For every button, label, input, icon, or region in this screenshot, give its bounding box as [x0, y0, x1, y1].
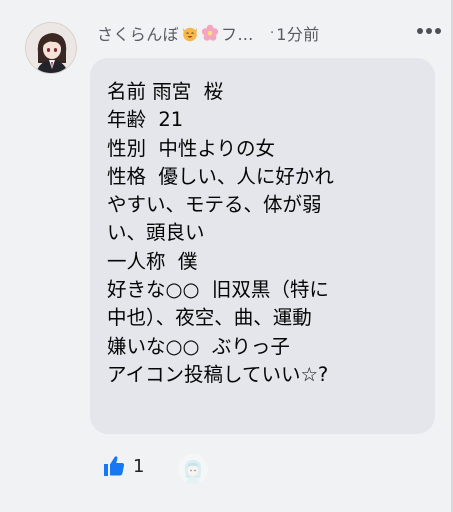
comment-line: 嫌いな○○ ぶりっ子	[107, 334, 290, 358]
comment-line: やすい、モテる、体が弱	[107, 193, 322, 217]
comment-line: 性別 中性よりの女	[107, 136, 276, 160]
like-count: 1	[133, 455, 145, 477]
more-options-icon[interactable]	[417, 27, 441, 35]
comment-line: 性格 優しい、人に好かれ	[107, 164, 334, 188]
thumbs-up-icon	[104, 456, 125, 476]
comment-line: 中也）、夜空、曲、運動	[107, 306, 312, 330]
separator-dot: ·	[269, 25, 275, 41]
comment-line: アイコン投稿していい☆?	[107, 362, 329, 386]
reactor-avatar[interactable]	[178, 454, 208, 484]
author-name-truncated: フ…	[221, 25, 254, 44]
comment-line: 名前 雨宮 桜	[107, 80, 224, 103]
author-avatar[interactable]	[25, 22, 77, 74]
comment-timestamp[interactable]: 1分前	[276, 21, 319, 45]
like-reaction[interactable]: 1	[102, 452, 144, 480]
comment-line: い、頭良い	[107, 221, 205, 245]
comment-body: 名前 雨宮 桜 年齢 21 性別 中性よりの女 性格 優しい、人に好かれ やすい…	[107, 78, 423, 389]
comment-bubble: 名前 雨宮 桜 年齢 21 性別 中性よりの女 性格 優しい、人に好かれ やすい…	[90, 58, 435, 434]
comment-line: 一人称 僕	[107, 249, 198, 273]
cherry-blossom-icon	[201, 24, 219, 42]
comment-line: 好きな○○ 旧双黒（特に	[107, 278, 329, 302]
comment-line: 年齢 21	[107, 108, 184, 132]
author-name[interactable]: さくらんぼ	[97, 21, 179, 45]
cat-face-icon	[181, 24, 199, 42]
comment-header: さくらんぼ フ… · 1分前	[97, 20, 320, 46]
